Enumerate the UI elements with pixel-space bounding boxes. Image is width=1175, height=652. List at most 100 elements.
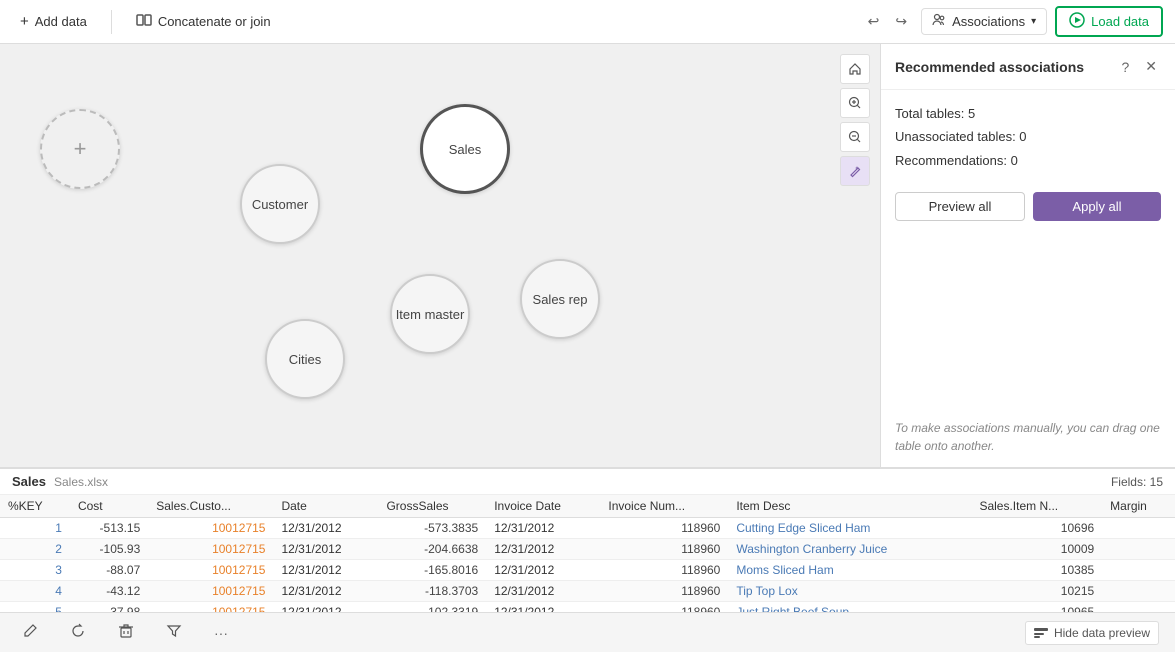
add-data-button[interactable]: + Add data: [12, 9, 95, 34]
cell-inv-date: 12/31/2012: [486, 581, 600, 602]
cell-item-desc: Tip Top Lox: [728, 581, 971, 602]
cell-date: 12/31/2012: [273, 581, 378, 602]
bottom-bar: ··· Hide data preview: [0, 612, 1175, 652]
col-cost: Cost: [70, 495, 148, 518]
cell-margin: [1102, 602, 1175, 613]
cell-customer: 10012715: [148, 560, 273, 581]
cell-date: 12/31/2012: [273, 560, 378, 581]
close-button[interactable]: ✕: [1141, 56, 1161, 77]
cell-inv-num: 118960: [600, 602, 728, 613]
cell-item-desc: Moms Sliced Ham: [728, 560, 971, 581]
more-button[interactable]: ···: [208, 621, 234, 645]
load-data-label: Load data: [1091, 14, 1149, 29]
add-node[interactable]: +: [40, 109, 120, 189]
node-sales[interactable]: Sales: [420, 104, 510, 194]
node-sales-rep-label: Sales rep: [533, 292, 588, 307]
play-circle-icon: [1069, 12, 1085, 31]
cell-cost: -37.98: [70, 602, 148, 613]
toolbar-right: ↩ ↪ Associations ▾ Load data: [862, 6, 1163, 37]
load-data-button[interactable]: Load data: [1055, 6, 1163, 37]
help-button[interactable]: ?: [1117, 57, 1133, 77]
cell-inv-num: 118960: [600, 539, 728, 560]
cell-inv-date: 12/31/2012: [486, 518, 600, 539]
node-cities[interactable]: Cities: [265, 319, 345, 399]
table-row: 5 -37.98 10012715 12/31/2012 -102.3319 1…: [0, 602, 1175, 613]
main-area: + Sales Customer Item master Sales rep C…: [0, 44, 1175, 467]
data-table-wrap[interactable]: %KEY Cost Sales.Custo... Date GrossSales…: [0, 495, 1175, 612]
canvas[interactable]: + Sales Customer Item master Sales rep C…: [0, 44, 880, 467]
panel-title: Recommended associations: [895, 59, 1109, 75]
node-sales-rep[interactable]: Sales rep: [520, 259, 600, 339]
associations-button[interactable]: Associations ▾: [921, 8, 1047, 35]
col-customer: Sales.Custo...: [148, 495, 273, 518]
concat-icon: [136, 12, 152, 31]
cell-item-n: 10385: [971, 560, 1102, 581]
cell-margin: [1102, 539, 1175, 560]
cell-item-desc: Cutting Edge Sliced Ham: [728, 518, 971, 539]
cell-item-n: 10965: [971, 602, 1102, 613]
node-item-master[interactable]: Item master: [390, 274, 470, 354]
cell-gross: -102.3319: [378, 602, 486, 613]
table-row: 2 -105.93 10012715 12/31/2012 -204.6638 …: [0, 539, 1175, 560]
cell-customer: 10012715: [148, 518, 273, 539]
apply-all-button[interactable]: Apply all: [1033, 192, 1161, 221]
cell-customer: 10012715: [148, 602, 273, 613]
toolbar: + Add data Concatenate or join ↩ ↪ Assoc…: [0, 0, 1175, 44]
person-icon: [932, 13, 946, 30]
cell-inv-num: 118960: [600, 560, 728, 581]
table-row: 3 -88.07 10012715 12/31/2012 -165.8016 1…: [0, 560, 1175, 581]
cell-cost: -513.15: [70, 518, 148, 539]
col-inv-num: Invoice Num...: [600, 495, 728, 518]
node-customer-label: Customer: [252, 197, 308, 212]
table-header-row: %KEY Cost Sales.Custo... Date GrossSales…: [0, 495, 1175, 518]
hide-preview-button[interactable]: Hide data preview: [1025, 621, 1159, 645]
total-tables-stat: Total tables: 5: [895, 102, 1161, 125]
filter-button[interactable]: [160, 619, 188, 646]
zoom-out-button[interactable]: [840, 122, 870, 152]
home-button[interactable]: [840, 54, 870, 84]
cell-date: 12/31/2012: [273, 539, 378, 560]
col-margin: Margin: [1102, 495, 1175, 518]
col-gross: GrossSales: [378, 495, 486, 518]
data-header: Sales Sales.xlsx Fields: 15: [0, 469, 1175, 495]
cell-inv-num: 118960: [600, 581, 728, 602]
magic-button[interactable]: [840, 156, 870, 186]
right-panel: Recommended associations ? ✕ Total table…: [880, 44, 1175, 467]
cell-key: 5: [0, 602, 70, 613]
bottom-right: Hide data preview: [1025, 621, 1159, 645]
plus-icon: +: [20, 13, 29, 30]
undo-redo-group: ↩ ↪: [862, 9, 913, 34]
add-data-label: Add data: [35, 14, 87, 29]
cell-key: 1: [0, 518, 70, 539]
cell-margin: [1102, 518, 1175, 539]
divider: [111, 10, 112, 34]
panel-actions: Preview all Apply all: [881, 184, 1175, 229]
col-date: Date: [273, 495, 378, 518]
refresh-button[interactable]: [64, 619, 92, 646]
cell-inv-date: 12/31/2012: [486, 602, 600, 613]
data-table: %KEY Cost Sales.Custo... Date GrossSales…: [0, 495, 1175, 612]
zoom-in-button[interactable]: [840, 88, 870, 118]
col-item-n: Sales.Item N...: [971, 495, 1102, 518]
col-inv-date: Invoice Date: [486, 495, 600, 518]
table-row: 1 -513.15 10012715 12/31/2012 -573.3835 …: [0, 518, 1175, 539]
cell-item-desc: Just Right Beef Soup: [728, 602, 971, 613]
cell-gross: -118.3703: [378, 581, 486, 602]
edit-button[interactable]: [16, 619, 44, 646]
cell-date: 12/31/2012: [273, 518, 378, 539]
delete-button[interactable]: [112, 619, 140, 646]
panel-header: Recommended associations ? ✕: [881, 44, 1175, 90]
associations-label: Associations: [952, 14, 1025, 29]
cell-item-n: 10009: [971, 539, 1102, 560]
unassociated-stat: Unassociated tables: 0: [895, 125, 1161, 148]
concat-join-button[interactable]: Concatenate or join: [128, 8, 279, 35]
concat-join-label: Concatenate or join: [158, 14, 271, 29]
cell-key: 3: [0, 560, 70, 581]
undo-button[interactable]: ↩: [862, 9, 886, 34]
table-row: 4 -43.12 10012715 12/31/2012 -118.3703 1…: [0, 581, 1175, 602]
node-cities-label: Cities: [289, 352, 322, 367]
redo-button[interactable]: ↪: [889, 9, 913, 34]
preview-all-button[interactable]: Preview all: [895, 192, 1025, 221]
node-customer[interactable]: Customer: [240, 164, 320, 244]
cell-item-desc: Washington Cranberry Juice: [728, 539, 971, 560]
